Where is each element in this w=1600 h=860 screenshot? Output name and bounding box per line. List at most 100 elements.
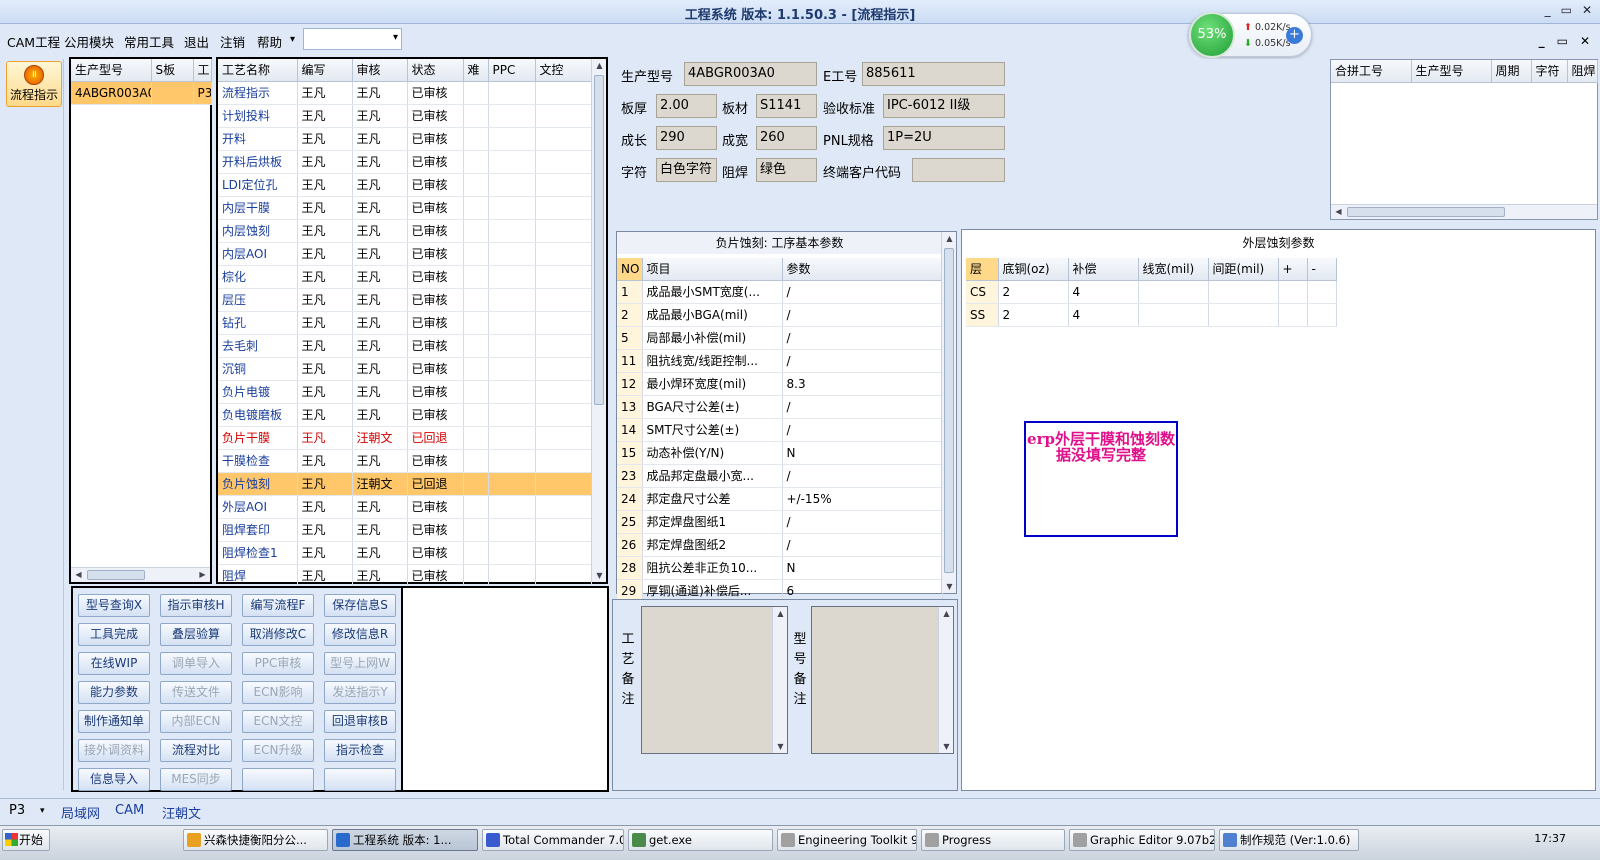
col-reviewer[interactable]: 审核	[352, 59, 408, 82]
action-button-1-0[interactable]: 工具完成	[78, 623, 150, 646]
action-button-4-3[interactable]: 回退审核B	[324, 710, 396, 733]
process-row[interactable]: LDI定位孔 王凡 王凡 已审核	[218, 173, 592, 197]
process-row[interactable]: 外层AOI 王凡 王凡 已审核	[218, 495, 592, 519]
action-button-1-1[interactable]: 叠层验算	[160, 623, 232, 646]
col-model[interactable]: 生产型号	[71, 59, 152, 82]
process-row[interactable]: 钻孔 王凡 王凡 已审核	[218, 311, 592, 335]
soldermask-field[interactable]: 绿色	[756, 158, 817, 182]
col-merge-legend[interactable]: 字符	[1531, 60, 1568, 83]
action-button-6-0[interactable]: 信息导入	[78, 768, 150, 791]
col-sboard[interactable]: S板	[151, 59, 194, 82]
col-compensation[interactable]: 补偿	[1068, 258, 1139, 281]
menu-overflow-arrow[interactable]: ▾	[290, 34, 295, 45]
col-merge-mask[interactable]: 阻焊	[1567, 60, 1598, 83]
col-doc-control[interactable]: 文控	[535, 59, 592, 82]
action-button-3-0[interactable]: 能力参数	[78, 681, 150, 704]
outer-row[interactable]: SS 2 4	[966, 303, 1337, 327]
param-row[interactable]: 12 最小焊环宽度(mil) 8.3	[617, 372, 943, 396]
menu-tools[interactable]: 常用工具	[124, 32, 174, 51]
menu-combo[interactable]	[303, 28, 402, 50]
model-row[interactable]: 4ABGR003A0 P3	[71, 81, 212, 105]
col-ppc[interactable]: PPC	[488, 59, 536, 82]
action-button-0-3[interactable]: 保存信息S	[324, 594, 396, 617]
start-button[interactable]: 开始	[2, 829, 50, 851]
action-button-6-3[interactable]	[324, 768, 396, 791]
model-hscrollbar[interactable]: ◀ ▶	[71, 567, 210, 582]
mdi-minimize-button[interactable]: _	[1539, 34, 1545, 48]
col-no[interactable]: NO	[617, 258, 643, 281]
task-spec[interactable]: 制作规范 (Ver:1.0.6)	[1219, 829, 1359, 851]
task-get-exe[interactable]: get.exe	[628, 829, 773, 851]
process-row[interactable]: 棕化 王凡 王凡 已审核	[218, 265, 592, 289]
process-row[interactable]: 阻焊检查1 王凡 王凡 已审核	[218, 541, 592, 565]
flow-indicator-button[interactable]: ॥ 流程指示	[6, 61, 62, 107]
action-button-0-0[interactable]: 型号查询X	[78, 594, 150, 617]
customer-code-field[interactable]	[912, 158, 1005, 182]
action-button-3-1[interactable]: 传送文件	[160, 681, 232, 704]
mdi-restore-button[interactable]: ▭	[1557, 34, 1568, 48]
minimize-button[interactable]: _	[1545, 3, 1551, 17]
action-button-6-1[interactable]: MES同步	[160, 768, 232, 791]
action-button-0-1[interactable]: 指示审核H	[160, 594, 232, 617]
param-row[interactable]: 2 成品最小BGA(mil) /	[617, 303, 943, 327]
action-button-3-2[interactable]: ECN影响	[242, 681, 314, 704]
material-field[interactable]: S1141	[756, 94, 817, 118]
col-plus[interactable]: +	[1278, 258, 1308, 281]
action-button-5-2[interactable]: ECN升级	[242, 739, 314, 762]
process-row[interactable]: 负片干膜 王凡 汪朝文 已回退	[218, 426, 592, 450]
col-merge-model[interactable]: 生产型号	[1411, 60, 1492, 83]
param-row[interactable]: 5 局部最小补偿(mil) /	[617, 326, 943, 350]
menu-help[interactable]: 帮助	[257, 32, 282, 51]
length-field[interactable]: 290	[656, 126, 717, 150]
process-row[interactable]: 内层蚀刻 王凡 王凡 已审核	[218, 219, 592, 243]
plus-icon[interactable]: +	[1286, 27, 1303, 44]
action-button-4-0[interactable]: 制作通知单	[78, 710, 150, 733]
action-button-2-2[interactable]: PPC审核	[242, 652, 314, 675]
col-param[interactable]: 参数	[782, 258, 943, 281]
action-button-2-0[interactable]: 在线WIP	[78, 652, 150, 675]
mdi-close-button[interactable]: ✕	[1580, 34, 1590, 48]
param-row[interactable]: 23 成品邦定盘最小宽... /	[617, 464, 943, 488]
action-button-1-2[interactable]: 取消修改C	[242, 623, 314, 646]
col-g[interactable]: 工	[193, 59, 212, 82]
process-row[interactable]: 开料后烘板 王凡 王凡 已审核	[218, 150, 592, 174]
param-row[interactable]: 25 邦定焊盘图纸1/	[617, 510, 943, 534]
process-memo[interactable]: ▲ ▼	[641, 606, 788, 754]
process-row[interactable]: 流程指示 王凡 王凡 已审核	[218, 81, 592, 105]
col-item[interactable]: 项目	[642, 258, 783, 281]
process-row[interactable]: 开料 王凡 王凡 已审核	[218, 127, 592, 151]
col-process-name[interactable]: 工艺名称	[218, 59, 298, 82]
model-memo[interactable]: ▲ ▼	[811, 606, 954, 754]
process-vscrollbar[interactable]: ▲ ▼	[591, 59, 606, 582]
menu-logout[interactable]: 注销	[220, 32, 245, 51]
process-row[interactable]: 阻焊套印 王凡 王凡 已审核	[218, 518, 592, 542]
action-button-4-1[interactable]: 内部ECN	[160, 710, 232, 733]
param-row[interactable]: 28 阻抗公差非正负10... N	[617, 556, 943, 580]
process-row[interactable]: 负电镀磨板 王凡 王凡 已审核	[218, 403, 592, 427]
process-row[interactable]: 计划投料 王凡 王凡 已审核	[218, 104, 592, 128]
menu-exit[interactable]: 退出	[184, 32, 209, 51]
task-engineering-toolkit[interactable]: Engineering Toolkit 9....	[777, 829, 917, 851]
action-button-6-2[interactable]	[242, 768, 314, 791]
model-field[interactable]: 4ABGR003A0	[684, 62, 817, 86]
param-row[interactable]: 24 邦定盘尺寸公差 +/-15%	[617, 487, 943, 511]
col-merge-cycle[interactable]: 周期	[1491, 60, 1532, 83]
width-field[interactable]: 260	[756, 126, 817, 150]
param-row[interactable]: 13 BGA尺寸公差(±) /	[617, 395, 943, 419]
legend-field[interactable]: 白色字符	[656, 158, 717, 182]
col-minus[interactable]: -	[1307, 258, 1337, 281]
param-row[interactable]: 1 成品最小SMT宽度(... /	[617, 280, 943, 304]
process-row[interactable]: 负片蚀刻 王凡 汪朝文 已回退	[218, 472, 592, 496]
task-hsfast[interactable]: 兴森快捷衡阳分公...	[183, 829, 328, 851]
task-progress[interactable]: Progress	[921, 829, 1065, 851]
param-row[interactable]: 15 动态补偿(Y/N) N	[617, 441, 943, 465]
action-button-2-3[interactable]: 型号上网W	[324, 652, 396, 675]
col-base-copper[interactable]: 底铜(oz)	[998, 258, 1069, 281]
process-row[interactable]: 内层AOI 王凡 王凡 已审核	[218, 242, 592, 266]
action-button-4-2[interactable]: ECN文控	[242, 710, 314, 733]
action-button-2-1[interactable]: 调单导入	[160, 652, 232, 675]
param-row[interactable]: 14 SMT尺寸公差(±) /	[617, 418, 943, 442]
status-p3[interactable]: P3	[9, 803, 25, 818]
menu-cam[interactable]: CAM工程	[7, 32, 60, 51]
col-status[interactable]: 状态	[407, 59, 464, 82]
